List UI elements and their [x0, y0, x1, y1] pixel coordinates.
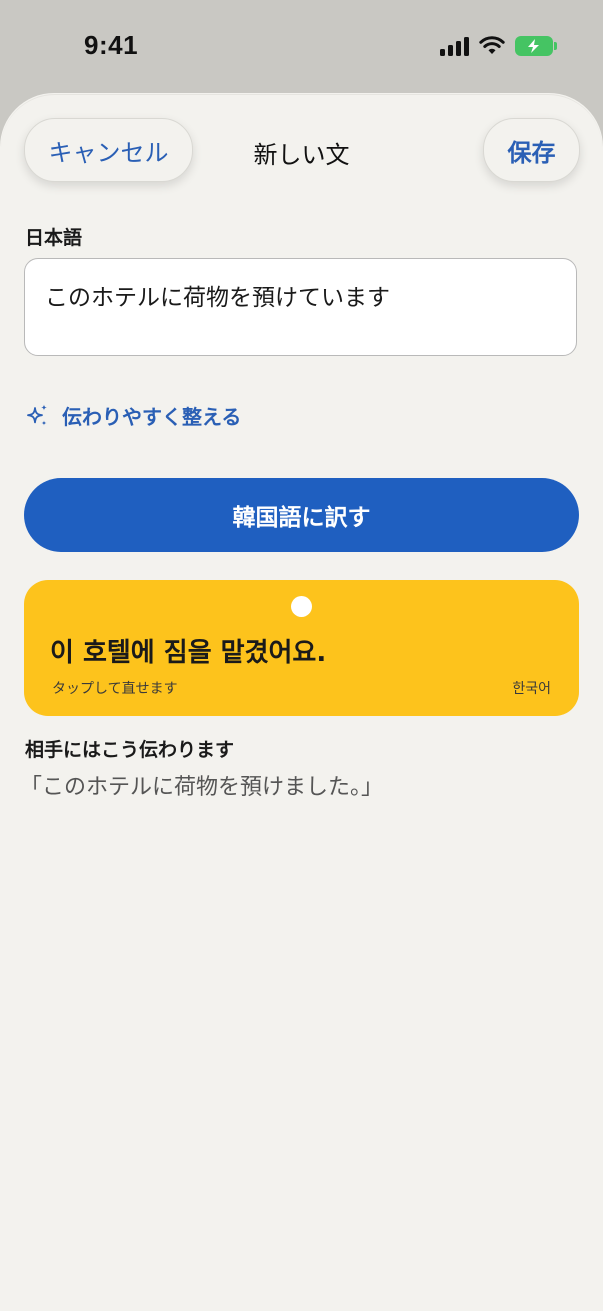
- target-language-label: 한국어: [512, 681, 551, 697]
- translation-result-card[interactable]: 이 호텔에 짐을 맡겼어요. タップして直せます 한국어: [24, 580, 579, 716]
- back-translation-text: 「このホテルに荷物を預けました。」: [20, 775, 384, 800]
- status-bar: 9:41: [0, 0, 603, 93]
- translate-button[interactable]: 韓国語に訳す: [24, 478, 579, 552]
- wifi-icon: [479, 36, 505, 54]
- tap-to-edit-hint: タップして直せます: [52, 681, 178, 697]
- edit-sheet: キャンセル 新しい文 保存 日本語 このホテルに荷物を預けています 伝わりやすく…: [0, 93, 603, 1311]
- sparkle-icon: [27, 404, 47, 425]
- translation-text: 이 호텔에 짐을 맡겼어요.: [50, 638, 327, 668]
- screen: 9:41 キャンセル 新しい文 保存 日本語 このホテルに荷物を預けています 伝…: [0, 0, 603, 1311]
- card-hole-decoration: [291, 596, 312, 617]
- status-icons: [440, 36, 557, 56]
- improve-clarity-button[interactable]: 伝わりやすく整える: [24, 401, 241, 430]
- source-text-field[interactable]: このホテルに荷物を預けています: [24, 258, 577, 356]
- back-translation-label: 相手にはこう伝わります: [25, 739, 235, 761]
- status-time: 9:41: [84, 30, 139, 60]
- improve-clarity-label: 伝わりやすく整える: [62, 405, 242, 429]
- save-button[interactable]: 保存: [483, 118, 580, 182]
- source-language-label: 日本語: [25, 227, 83, 249]
- battery-charging-icon: [515, 36, 557, 56]
- cellular-signal-icon: [440, 36, 469, 56]
